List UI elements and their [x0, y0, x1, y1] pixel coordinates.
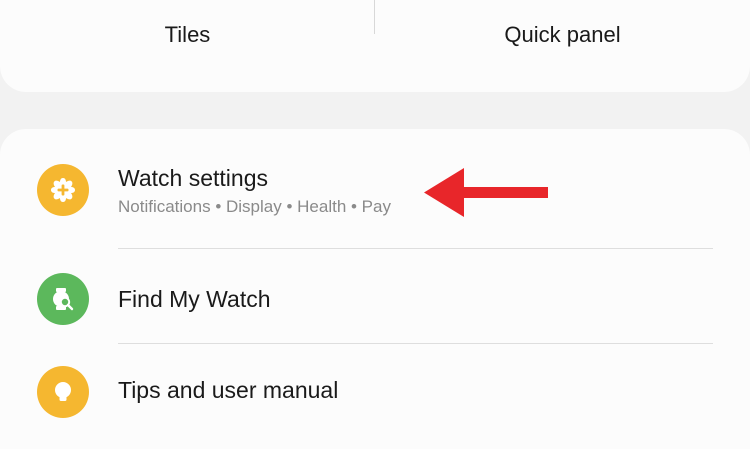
quick-panel-button[interactable]: Quick panel [375, 0, 750, 92]
menu-item-find-my-watch[interactable]: Find My Watch [0, 249, 750, 343]
gear-icon [37, 164, 89, 216]
menu-item-watch-settings[interactable]: Watch settings Notifications • Display •… [0, 129, 750, 247]
top-shortcuts-card: Tiles Quick panel [0, 0, 750, 92]
arrow-left-icon [424, 168, 548, 217]
menu-item-tips-user-manual[interactable]: Tips and user manual [0, 344, 750, 444]
settings-menu-card: Watch settings Notifications • Display •… [0, 129, 750, 449]
quick-panel-label: Quick panel [504, 22, 621, 47]
watch-settings-title: Watch settings [118, 165, 268, 191]
tiles-button[interactable]: Tiles [0, 0, 375, 92]
find-watch-icon [37, 273, 89, 325]
lightbulb-icon [37, 366, 89, 418]
tiles-label: Tiles [164, 22, 211, 47]
watch-settings-subtitle: Notifications • Display • Health • Pay [118, 197, 391, 216]
find-my-watch-title: Find My Watch [118, 286, 271, 312]
